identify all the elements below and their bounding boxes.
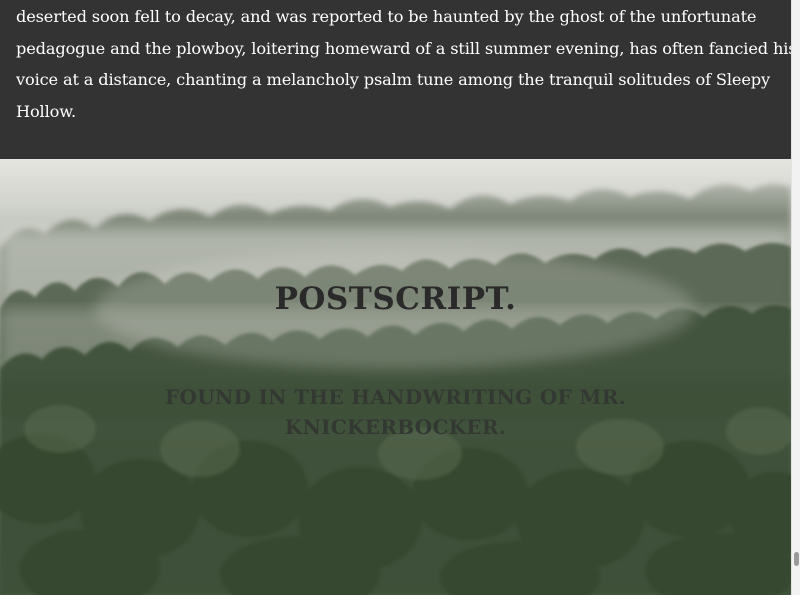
story-section: deserted soon fell to decay, and was rep…	[0, 0, 791, 159]
story-paragraph: deserted soon fell to decay, and was rep…	[16, 1, 791, 127]
scrollbar-thumb[interactable]	[794, 552, 799, 566]
page: deserted soon fell to decay, and was rep…	[0, 0, 791, 595]
story-line: pedagogue and the plowboy, loitering hom…	[16, 38, 791, 58]
postscript-hero: POSTSCRIPT. FOUND IN THE HANDWRITING OF …	[0, 159, 791, 595]
postscript-subheading: FOUND IN THE HANDWRITING OF MR. KNICKERB…	[165, 385, 626, 439]
story-line: voice at a distance, chanting a melancho…	[16, 70, 770, 90]
postscript-heading: POSTSCRIPT.	[274, 281, 517, 317]
forest-background-image	[0, 159, 791, 595]
vertical-scrollbar[interactable]	[791, 0, 800, 595]
story-line: deserted soon fell to decay, and was rep…	[16, 7, 757, 26]
story-line: Hollow.	[16, 101, 76, 121]
